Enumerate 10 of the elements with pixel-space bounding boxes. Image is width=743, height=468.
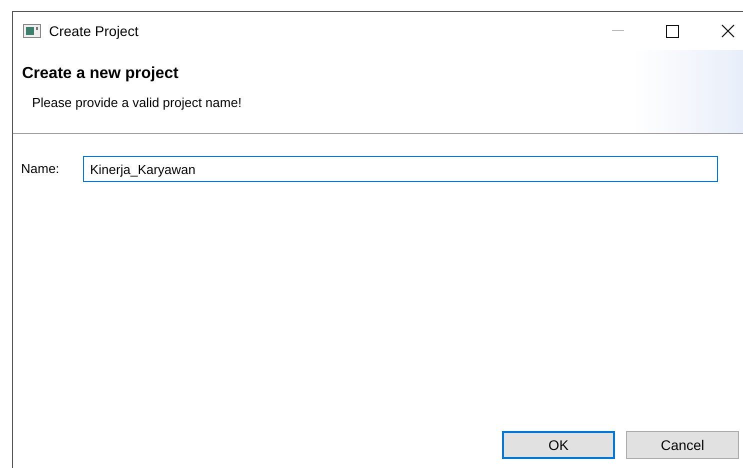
- name-input-field[interactable]: Kinerja_Karyawan: [83, 156, 718, 182]
- field-label: Name:: [21, 160, 60, 178]
- window-title: Create Project: [49, 22, 138, 41]
- app-icon: [23, 24, 41, 38]
- dialog-heading: Create a new project: [22, 64, 178, 84]
- close-icon[interactable]: [721, 24, 735, 38]
- maximize-icon[interactable]: [666, 24, 679, 38]
- dialog-button[interactable]: OK: [502, 431, 615, 459]
- dialog-button[interactable]: Cancel: [626, 431, 739, 459]
- message-text: Please provide a valid project name!: [32, 94, 242, 112]
